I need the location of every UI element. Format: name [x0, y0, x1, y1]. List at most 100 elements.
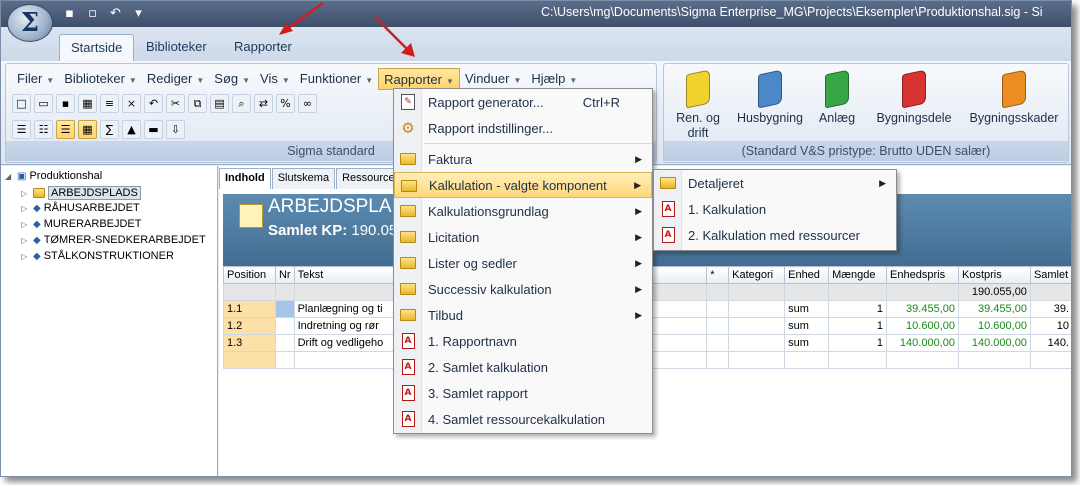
table-view-icon[interactable]: ▦ — [78, 120, 97, 139]
col-maengde[interactable]: Mængde — [828, 266, 888, 284]
cell-enhedspris[interactable]: 39.455,00 — [886, 300, 959, 318]
menu-soeg[interactable]: Søg ▼ — [209, 68, 255, 90]
menu-item-rapport-generator[interactable]: ✎ Rapport generator... Ctrl+R — [394, 89, 652, 115]
cell-samlet[interactable]: 10 — [1029, 317, 1071, 335]
cell-enhedspris[interactable]: 140.000,00 — [886, 334, 959, 352]
new-document-icon[interactable]: □ — [12, 94, 31, 113]
tree-item-murerarbejdet[interactable]: ▷ ◆ MURERARBEJDET — [21, 218, 142, 230]
cell-maengde[interactable]: 1 — [828, 300, 888, 318]
menu-rediger[interactable]: Rediger ▼ — [142, 68, 209, 90]
tree-item-staalkonstruktioner[interactable]: ▷ ◆ STÅLKONSTRUKTIONER — [21, 250, 174, 262]
cut-icon[interactable]: ✂ — [166, 94, 185, 113]
cell-kostpris[interactable] — [957, 351, 1031, 369]
bygningsdele-button[interactable]: Bygningsdele — [868, 69, 960, 126]
cell-nr[interactable] — [274, 351, 295, 369]
cell-position[interactable]: 1.1 — [223, 300, 276, 318]
open-folder-icon[interactable]: ▭ — [34, 94, 53, 113]
cell-star[interactable] — [706, 334, 730, 352]
menu-item-licitation[interactable]: Licitation ▶ — [394, 224, 652, 250]
copy-icon[interactable]: ⧉ — [188, 94, 207, 113]
cell-kategori[interactable] — [728, 300, 786, 318]
cell-enhed[interactable]: sum — [784, 334, 830, 352]
tab-biblioteker[interactable]: Biblioteker — [135, 34, 218, 61]
tab-indhold[interactable]: Indhold — [219, 168, 271, 189]
expand-icon[interactable]: ▷ — [21, 204, 30, 213]
cell-kategori[interactable] — [728, 317, 786, 335]
cell-enhedspris[interactable] — [886, 351, 959, 369]
cell-position[interactable] — [223, 351, 276, 369]
menu-biblioteker[interactable]: Biblioteker ▼ — [59, 68, 142, 90]
expand-icon[interactable]: ▷ — [21, 252, 30, 261]
anlaeg-button[interactable]: Anlæg — [814, 69, 860, 126]
menu-item-samlet-ressourcekalkulation[interactable]: A 4. Samlet ressourcekalkulation — [394, 406, 652, 432]
indent-icon[interactable]: ≡ — [100, 94, 119, 113]
percent-icon[interactable]: % — [276, 94, 295, 113]
cell-maengde[interactable]: 1 — [828, 317, 888, 335]
find-icon[interactable]: ⌕ — [232, 94, 251, 113]
cell-enhedspris[interactable]: 10.600,00 — [886, 317, 959, 335]
menu-item-kalkulationsgrundlag[interactable]: Kalkulationsgrundlag ▶ — [394, 198, 652, 224]
submenu-item-detaljeret[interactable]: Detaljeret ▶ — [654, 170, 896, 196]
cell-samlet[interactable]: 39. — [1029, 300, 1071, 318]
chart-icon[interactable]: ▲ — [122, 120, 141, 139]
paste-icon[interactable]: ▤ — [210, 94, 229, 113]
menu-item-lister-og-sedler[interactable]: Lister og sedler ▶ — [394, 250, 652, 276]
submenu-item-kalkulation-med-ressourcer[interactable]: A 2. Kalkulation med ressourcer — [654, 222, 896, 248]
cell-star[interactable] — [706, 317, 730, 335]
cell-kostpris[interactable]: 140.000,00 — [957, 334, 1031, 352]
cell-kostpris[interactable]: 39.455,00 — [957, 300, 1031, 318]
tab-startside[interactable]: Startside — [59, 34, 135, 61]
menu-item-samlet-rapport[interactable]: A 3. Samlet rapport — [394, 380, 652, 406]
cell-kategori[interactable] — [728, 351, 786, 369]
menu-filer[interactable]: Filer ▼ — [12, 68, 59, 90]
cell-kostpris[interactable]: 10.600,00 — [957, 317, 1031, 335]
cell-nr[interactable] — [274, 300, 295, 318]
print-icon[interactable]: ▬ — [144, 120, 163, 139]
cell-kategori[interactable] — [728, 334, 786, 352]
tree-item-toemrer[interactable]: ▷ ◆ TØMRER-SNEDKERARBEJDET — [21, 234, 206, 246]
menu-item-rapportnavn[interactable]: A 1. Rapportnavn — [394, 328, 652, 354]
menu-item-samlet-kalkulation[interactable]: A 2. Samlet kalkulation — [394, 354, 652, 380]
replace-icon[interactable]: ⇄ — [254, 94, 273, 113]
menu-funktioner[interactable]: Funktioner ▼ — [295, 68, 378, 90]
cell-enhed[interactable] — [784, 351, 830, 369]
cell-enhed[interactable]: sum — [784, 317, 830, 335]
menu-rapporter[interactable]: Rapporter ▼ — [378, 68, 460, 90]
cell-star[interactable] — [706, 300, 730, 318]
undo-icon[interactable]: ↶ — [107, 5, 124, 22]
menu-hjaelp[interactable]: Hjælp ▼ — [526, 68, 582, 90]
save-icon[interactable]: ▪ — [61, 5, 78, 22]
menu-vinduer[interactable]: Vinduer ▼ — [460, 68, 527, 90]
col-kategori[interactable]: Kategori — [728, 266, 786, 284]
col-nr[interactable]: Nr — [274, 266, 295, 284]
tree-item-arbejdsplads[interactable]: ▷ ARBEJDSPLADS — [21, 186, 141, 200]
tab-slutskema[interactable]: Slutskema — [271, 168, 336, 189]
tree-view-icon[interactable]: ☰ — [56, 120, 75, 139]
collapse-icon[interactable]: ◢ — [5, 172, 14, 181]
menu-item-kalkulation-valgte-komponent[interactable]: Kalkulation - valgte komponent ▶ — [394, 172, 652, 198]
menu-item-rapport-indstillinger[interactable]: ⚙ Rapport indstillinger... — [394, 115, 652, 141]
expand-icon[interactable]: ▷ — [21, 236, 30, 245]
col-star[interactable]: * — [706, 266, 730, 284]
delete-icon[interactable]: × — [122, 94, 141, 113]
ren-og-drift-button[interactable]: Ren. og drift — [670, 69, 726, 141]
list-icon[interactable]: ☰ — [12, 120, 31, 139]
bygningsskader-button[interactable]: Bygningsskader — [964, 69, 1064, 126]
save-all-icon[interactable]: ▦ — [78, 94, 97, 113]
cell-position[interactable]: 1.2 — [223, 317, 276, 335]
submenu-item-kalkulation[interactable]: A 1. Kalkulation — [654, 196, 896, 222]
cell-maengde[interactable] — [828, 351, 888, 369]
undo-icon[interactable]: ↶ — [144, 94, 163, 113]
export-icon[interactable]: ⇩ — [166, 120, 185, 139]
cell-nr[interactable] — [274, 317, 295, 335]
tree-item-raahusarbejdet[interactable]: ▷ ◆ RÅHUSARBEJDET — [21, 202, 140, 214]
tree-root[interactable]: ◢ ▣ Produktionshal — [5, 170, 102, 182]
menu-item-faktura[interactable]: Faktura ▶ — [394, 146, 652, 172]
expand-icon[interactable]: ▷ — [21, 189, 30, 198]
list-alt-icon[interactable]: ☷ — [34, 120, 53, 139]
menu-vis[interactable]: Vis ▼ — [255, 68, 295, 90]
col-samlet[interactable]: Samlet — [1029, 266, 1071, 284]
expand-icon[interactable]: ▷ — [21, 220, 30, 229]
cell-position[interactable]: 1.3 — [223, 334, 276, 352]
open-folder-icon[interactable]: ▫ — [84, 5, 101, 22]
